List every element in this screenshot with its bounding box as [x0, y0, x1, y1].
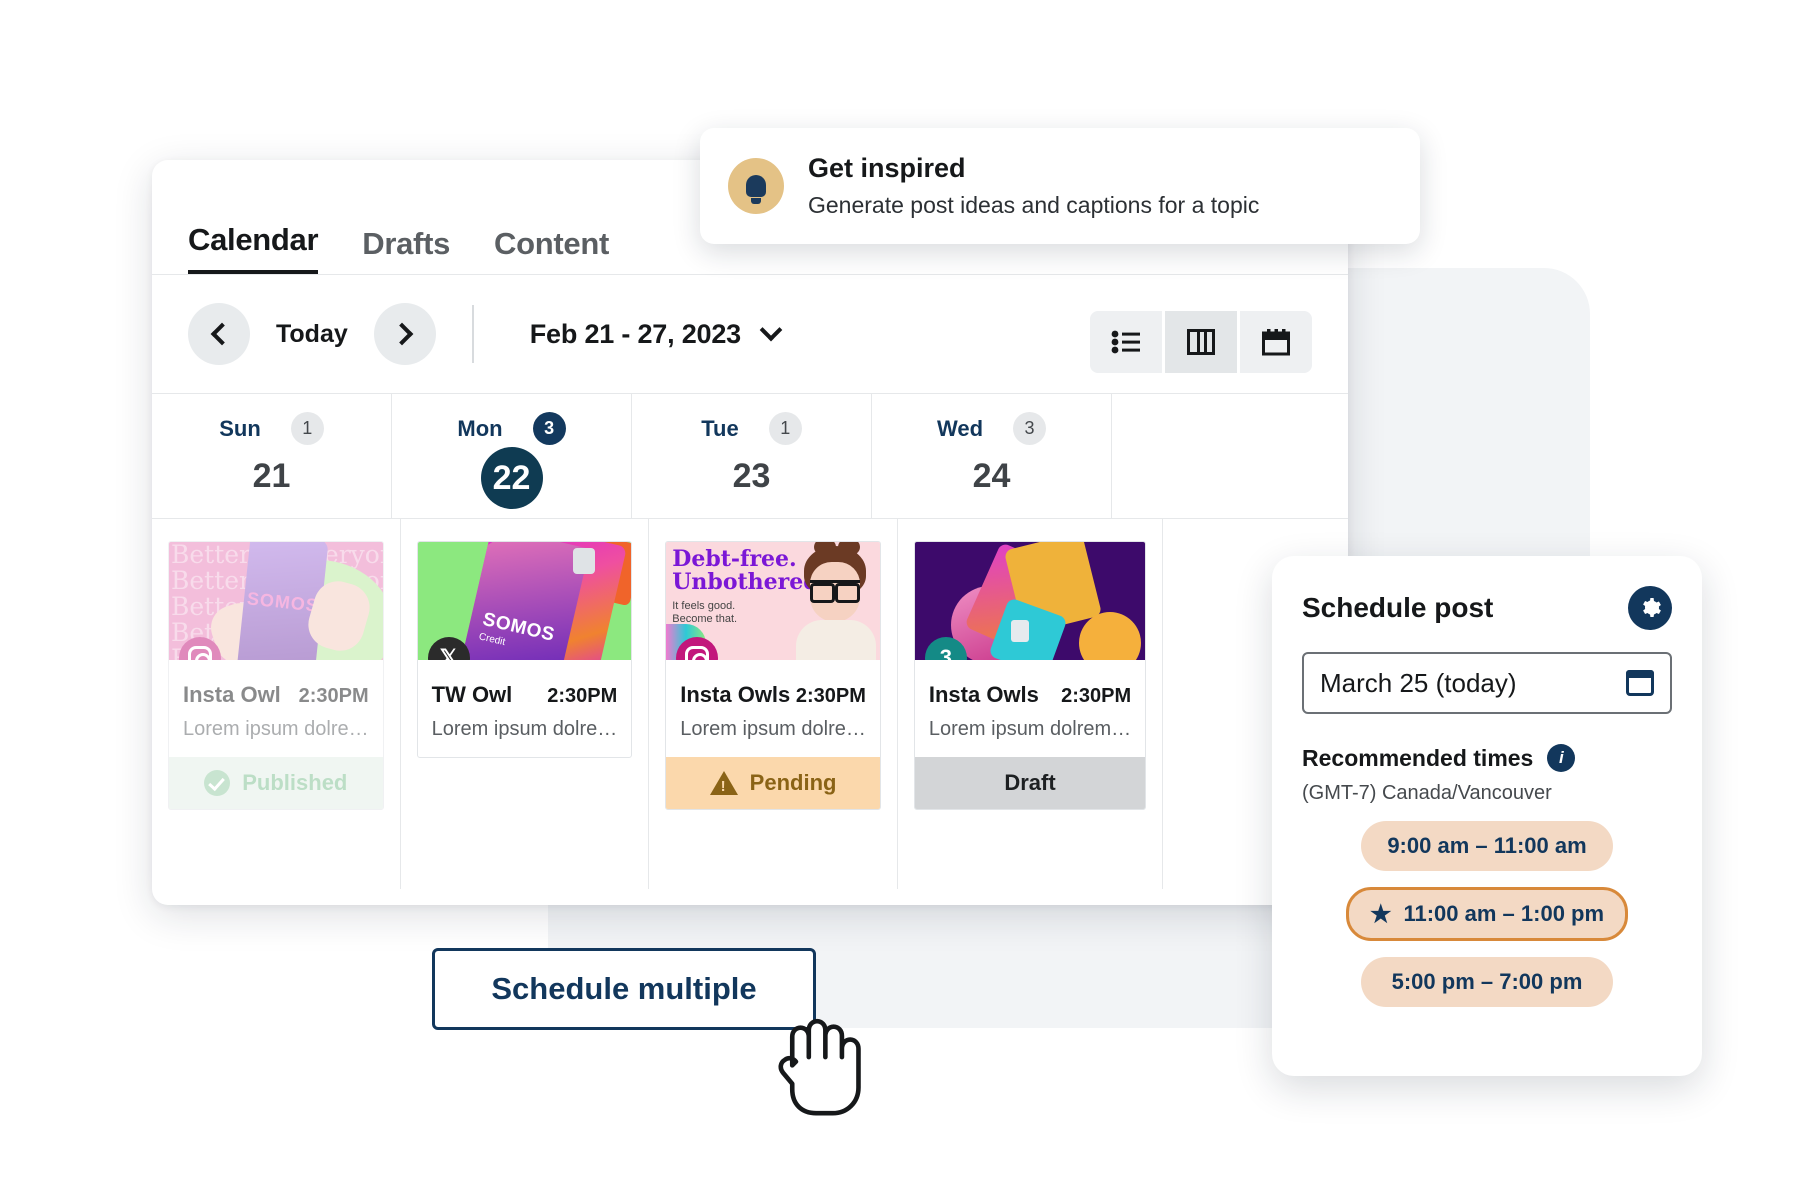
calendar-icon[interactable] [1626, 670, 1654, 696]
post-time: 2:30PM [547, 685, 618, 707]
post-time: 2:30PM [1061, 685, 1132, 707]
schedule-date-value: March 25 (today) [1320, 667, 1517, 698]
post-time: 2:30PM [795, 685, 866, 707]
warning-triangle-icon [709, 771, 738, 795]
day-name-label: Wed [936, 415, 984, 441]
post-thumbnail: SOMOS Credit VISA 𝕏 [417, 542, 632, 660]
get-inspired-tooltip[interactable]: Get inspired Generate post ideas and cap… [700, 128, 1420, 244]
recommended-times-header: Recommended times i [1302, 744, 1672, 772]
day-post-count-badge: 1 [768, 412, 802, 445]
post-card[interactable]: SOMOS Credit VISA 𝕏 TW Owl 2:30PM Lorem … [416, 541, 633, 758]
time-slot-option-selected[interactable]: ★ 11:00 am – 1:00 pm [1346, 887, 1628, 941]
day-name-label: Sun [219, 415, 261, 441]
schedule-panel-title: Schedule post [1302, 592, 1494, 623]
next-week-button[interactable] [373, 303, 436, 365]
post-thumbnail: Better nr everyone Better nr everyone Be… [169, 542, 383, 660]
tab-drafts[interactable]: Drafts [362, 226, 450, 274]
calendar-icon [1262, 328, 1290, 355]
day-header-row: Sun 1 21 Mon 3 22 Tue 1 23 Wed 3 24 [152, 393, 1348, 519]
day-number: 23 [732, 457, 771, 495]
day-post-count-badge: 1 [290, 412, 324, 445]
schedule-multiple-button[interactable]: Schedule multiple [432, 948, 816, 1030]
chevron-right-icon [390, 322, 414, 346]
day-header-tue[interactable]: Tue 1 23 [632, 394, 872, 518]
view-button-list[interactable] [1090, 311, 1162, 373]
tab-calendar[interactable]: Calendar [188, 222, 319, 274]
post-caption: Lorem ipsum dolre… [680, 718, 866, 740]
post-account-name: Insta Owls [928, 682, 1039, 707]
day-header-sun[interactable]: Sun 1 21 [152, 394, 392, 518]
date-range-selector[interactable]: Feb 21 - 27, 2023 [529, 318, 783, 350]
post-card[interactable]: Debt-free. Unbothered. It feels good. Be… [665, 541, 881, 810]
day-column-mon: SOMOS Credit VISA 𝕏 TW Owl 2:30PM Lorem … [401, 519, 650, 889]
schedule-post-panel: Schedule post March 25 (today) Recommend… [1272, 556, 1702, 1076]
status-badge-draft: Draft [914, 757, 1146, 809]
today-button[interactable]: Today [276, 320, 348, 349]
check-circle-icon [204, 770, 231, 796]
status-badge-pending: Pending [666, 757, 880, 809]
recommended-times-label: Recommended times [1302, 744, 1534, 771]
star-icon: ★ [1369, 900, 1392, 928]
previous-week-button[interactable] [188, 303, 250, 365]
get-inspired-subtitle: Generate post ideas and captions for a t… [808, 192, 1260, 218]
lightbulb-icon [728, 158, 784, 214]
post-caption: Lorem ipsum dolre… [431, 718, 618, 740]
day-number: 24 [972, 457, 1011, 495]
post-account-name: Insta Owls [680, 682, 791, 707]
schedule-date-field[interactable]: March 25 (today) [1302, 652, 1672, 714]
day-number-today: 22 [392, 447, 631, 509]
time-slot-option[interactable]: 9:00 am – 11:00 am [1361, 821, 1613, 871]
day-column-tue: Debt-free. Unbothered. It feels good. Be… [649, 519, 898, 889]
view-button-calendar[interactable] [1240, 311, 1312, 373]
day-header-thu[interactable] [1112, 394, 1348, 518]
status-badge-published: Published [169, 757, 383, 809]
post-thumbnail: 3 [914, 542, 1146, 660]
day-number: 22 [480, 447, 543, 509]
post-card[interactable]: Better nr everyone Better nr everyone Be… [168, 541, 384, 810]
post-account-name: TW Owl [431, 682, 513, 707]
chevron-left-icon [210, 322, 233, 346]
pointer-hand-cursor [778, 1018, 861, 1116]
day-header-wed[interactable]: Wed 3 24 [872, 394, 1112, 518]
post-caption: Lorem ipsum dolre… [183, 718, 369, 740]
timezone-label: (GMT-7) Canada/Vancouver [1302, 782, 1552, 804]
schedule-panel-header: Schedule post [1302, 586, 1672, 630]
screen-root: Calendar Drafts Content Today Feb 21 - 2… [0, 0, 1800, 1200]
list-icon [1111, 330, 1140, 354]
view-button-columns[interactable] [1165, 311, 1237, 373]
day-post-count-badge: 3 [532, 412, 566, 445]
day-header-mon[interactable]: Mon 3 22 [392, 394, 632, 518]
calendar-toolbar: Today Feb 21 - 27, 2023 [152, 275, 1348, 393]
post-caption: Lorem ipsum dolrem… [928, 718, 1132, 740]
post-card[interactable]: 3 Insta Owls 2:30PM Lorem ipsum dolrem… … [913, 541, 1147, 810]
get-inspired-title: Get inspired [808, 153, 966, 183]
day-name-label: Mon [457, 415, 503, 441]
post-cards-row: Better nr everyone Better nr everyone Be… [152, 519, 1348, 889]
artwork-visa: VISA [547, 656, 593, 660]
day-number: 21 [252, 457, 291, 495]
day-column-wed: 3 Insta Owls 2:30PM Lorem ipsum dolrem… … [898, 519, 1164, 889]
columns-icon [1187, 329, 1215, 355]
view-switcher [1090, 311, 1312, 373]
post-time: 2:30PM [298, 685, 369, 707]
day-post-count-badge: 3 [1013, 412, 1047, 445]
tab-content[interactable]: Content [494, 226, 609, 274]
toolbar-divider [471, 305, 474, 363]
calendar-window: Calendar Drafts Content Today Feb 21 - 2… [152, 160, 1348, 905]
post-thumbnail: Debt-free. Unbothered. It feels good. Be… [666, 542, 880, 660]
time-slot-option[interactable]: 5:00 pm – 7:00 pm [1361, 957, 1613, 1007]
chevron-down-icon [759, 318, 783, 342]
date-range-label: Feb 21 - 27, 2023 [529, 318, 741, 349]
day-name-label: Tue [701, 415, 739, 441]
gear-icon[interactable] [1628, 586, 1672, 630]
day-column-sun: Better nr everyone Better nr everyone Be… [152, 519, 401, 889]
post-account-name: Insta Owl [183, 682, 281, 707]
info-icon[interactable]: i [1547, 744, 1576, 772]
